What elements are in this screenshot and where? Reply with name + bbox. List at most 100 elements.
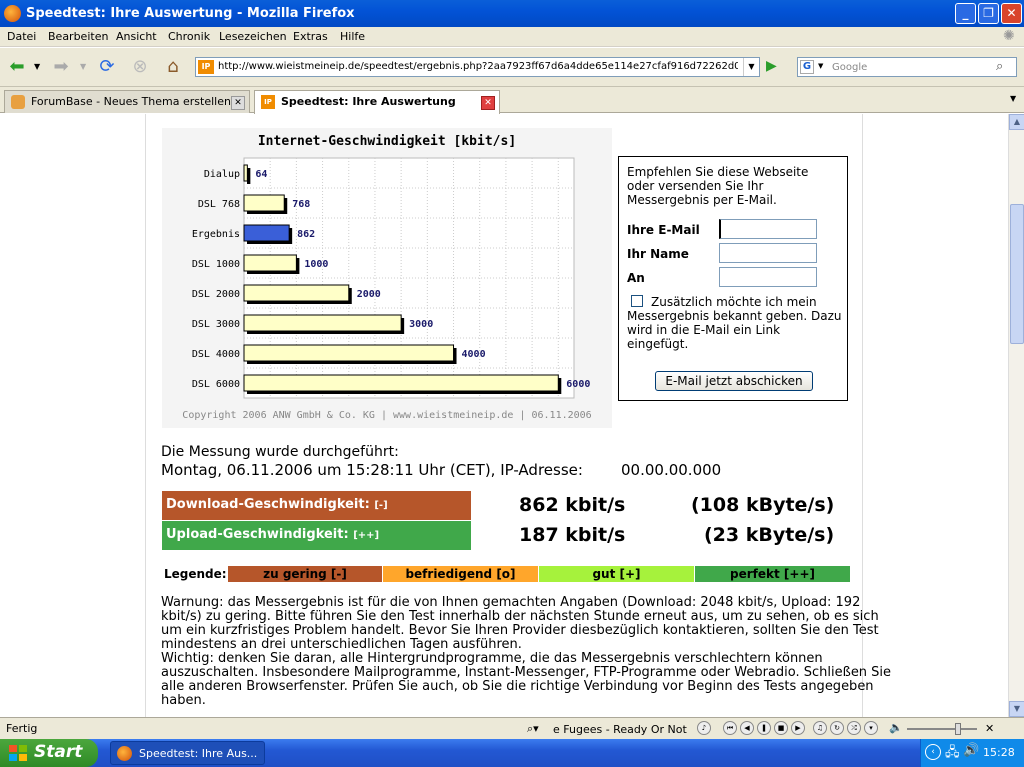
volume-slider[interactable] [907, 728, 977, 730]
chart-category-label: DSL 6000 [192, 379, 240, 390]
status-bar: Fertig ⌕▾ e Fugees - Ready Or Not ♪ ⏮ ◀ … [0, 717, 1024, 739]
ip-favicon-icon: IP [261, 95, 275, 109]
windows-logo-icon [9, 745, 27, 761]
menu-ansicht[interactable]: Ansicht [116, 30, 157, 43]
search-icon[interactable]: ⌕ [996, 59, 1003, 74]
recipient-field[interactable] [719, 267, 817, 287]
player-shuffle-icon[interactable]: ⤮ [847, 721, 861, 735]
menu-lesezeichen[interactable]: Lesezeichen [219, 30, 287, 43]
chart-bar [243, 254, 297, 272]
home-icon[interactable]: ⌂ [160, 54, 186, 80]
player-playlist-icon[interactable]: ♫ [813, 721, 827, 735]
upload-label: Upload-Geschwindigkeit: [166, 527, 349, 542]
tray-expand-icon[interactable]: ‹ [925, 744, 941, 760]
menu-extras[interactable]: Extras [293, 30, 328, 43]
back-icon[interactable]: ⬅ [4, 54, 30, 80]
chart-value-label: 3000 [409, 319, 433, 330]
start-button[interactable]: Start [0, 739, 98, 767]
legend-item-perfect: perfekt [++] [695, 566, 850, 582]
taskbar-item-label: Speedtest: Ihre Aus... [139, 747, 258, 760]
player-menu-icon[interactable]: ▾ [864, 721, 878, 735]
chart-bar [243, 314, 402, 332]
chart-value-label: 64 [255, 169, 267, 180]
name-field[interactable] [719, 243, 817, 263]
tab-close-icon[interactable]: ✕ [231, 96, 245, 110]
window-title: Speedtest: Ihre Auswertung - Mozilla Fir… [26, 6, 355, 21]
minimize-button[interactable]: _ [955, 3, 976, 24]
google-icon[interactable]: G [800, 60, 814, 74]
tab-forumbase[interactable]: ForumBase - Neues Thema erstellen ✕ [4, 90, 250, 113]
download-rating: [-] [374, 500, 388, 511]
tab-close-icon[interactable]: ✕ [481, 96, 495, 110]
warning-paragraph: Warnung: das Messergebnis ist für die vo… [161, 595, 879, 652]
chart-category-label: DSL 1000 [192, 259, 240, 270]
maximize-button[interactable]: ❐ [978, 3, 999, 24]
player-close-icon[interactable]: ✕ [985, 722, 994, 735]
measurement-intro: Die Messung wurde durchgeführt: [161, 444, 399, 460]
ip-address: 00.00.00.000 [621, 461, 722, 479]
form-intro: Empfehlen Sie diese Webseite oder versen… [627, 165, 809, 207]
download-kbyte: (108 kByte/s) [691, 494, 835, 516]
go-icon[interactable]: ▶ [766, 58, 777, 74]
search-input[interactable]: Google [832, 62, 867, 73]
close-button[interactable]: ✕ [1001, 3, 1022, 24]
share-result-checkbox[interactable] [631, 295, 643, 307]
url-dropdown-icon[interactable]: ▼ [743, 58, 759, 76]
email-label: Ihre E-Mail [627, 223, 700, 237]
email-field[interactable] [719, 219, 817, 239]
volume-slider-handle[interactable] [955, 723, 961, 735]
legend-item-too-low: zu gering [-] [228, 566, 382, 582]
throbber-icon: ✺ [1003, 28, 1015, 44]
name-label: Ihr Name [627, 247, 689, 261]
player-repeat-icon[interactable]: ↻ [830, 721, 844, 735]
download-speed-bar: Download-Geschwindigkeit: [-] [162, 491, 471, 520]
menu-hilfe[interactable]: Hilfe [340, 30, 365, 43]
forward-history-chevron-icon[interactable]: ▼ [80, 62, 86, 71]
chart-value-label: 4000 [462, 349, 486, 360]
player-music-icon[interactable]: ♪ [697, 721, 711, 735]
search-engine-chevron-icon[interactable]: ▼ [818, 62, 823, 70]
title-bar: Speedtest: Ihre Auswertung - Mozilla Fir… [0, 0, 1024, 27]
vertical-scrollbar[interactable]: ▲ ▼ [1008, 114, 1024, 717]
menu-chronik[interactable]: Chronik [168, 30, 210, 43]
chart-bar [243, 374, 559, 392]
page-content: Internet-Geschwindigkeit [kbit/s] Dialup… [0, 114, 1008, 717]
player-pause-icon[interactable]: ❚ [757, 721, 771, 735]
send-email-button[interactable]: E-Mail jetzt abschicken [655, 371, 813, 391]
menu-bar: Datei Bearbeiten Ansicht Chronik Lesezei… [0, 27, 1024, 47]
scroll-thumb[interactable] [1010, 204, 1024, 344]
stop-icon[interactable]: ⊗ [127, 54, 153, 80]
taskbar-item-firefox[interactable]: Speedtest: Ihre Aus... [110, 741, 265, 765]
player-search-icon[interactable]: ⌕▾ [527, 722, 539, 736]
email-form: Empfehlen Sie diese Webseite oder versen… [618, 156, 848, 401]
chart-value-label: 768 [292, 199, 310, 210]
menu-bearbeiten[interactable]: Bearbeiten [48, 30, 108, 43]
url-text: http://www.wieistmeineip.de/speedtest/er… [218, 61, 738, 72]
reload-icon[interactable]: ⟳ [94, 54, 120, 80]
hint-paragraph: Wichtig: denken Sie daran, alle Hintergr… [161, 651, 892, 708]
volume-tray-icon[interactable]: 🔊 [963, 743, 979, 758]
forumbase-favicon-icon [11, 95, 25, 109]
tab-bar: ForumBase - Neues Thema erstellen ✕ IP S… [0, 87, 1024, 114]
player-track: e Fugees - Ready Or Not [553, 723, 687, 736]
network-icon[interactable]: 🖧 [945, 743, 960, 765]
player-previous-icon[interactable]: ⏮ [723, 721, 737, 735]
back-history-chevron-icon[interactable]: ▼ [34, 62, 40, 71]
upload-speed-bar: Upload-Geschwindigkeit: [++] [162, 521, 471, 550]
scroll-down-icon[interactable]: ▼ [1009, 701, 1024, 717]
recipient-label: An [627, 271, 645, 285]
firefox-icon [117, 746, 132, 761]
tab-list-chevron-icon[interactable]: ▼ [1010, 94, 1016, 103]
clock: 15:28 [983, 746, 1015, 759]
tab-speedtest[interactable]: IP Speedtest: Ihre Auswertung ✕ [254, 90, 500, 114]
scroll-up-icon[interactable]: ▲ [1009, 114, 1024, 130]
player-forward-icon[interactable]: ▶ [791, 721, 805, 735]
chart-value-label: 2000 [357, 289, 381, 300]
speed-chart: Internet-Geschwindigkeit [kbit/s] Dialup… [162, 128, 612, 428]
player-stop-icon[interactable]: ■ [774, 721, 788, 735]
menu-datei[interactable]: Datei [7, 30, 36, 43]
url-bar[interactable]: IP http://www.wieistmeineip.de/speedtest… [195, 57, 760, 77]
forward-icon[interactable]: ➡ [48, 54, 74, 80]
search-bar[interactable]: G ▼ Google ⌕ [797, 57, 1017, 77]
player-rewind-icon[interactable]: ◀ [740, 721, 754, 735]
